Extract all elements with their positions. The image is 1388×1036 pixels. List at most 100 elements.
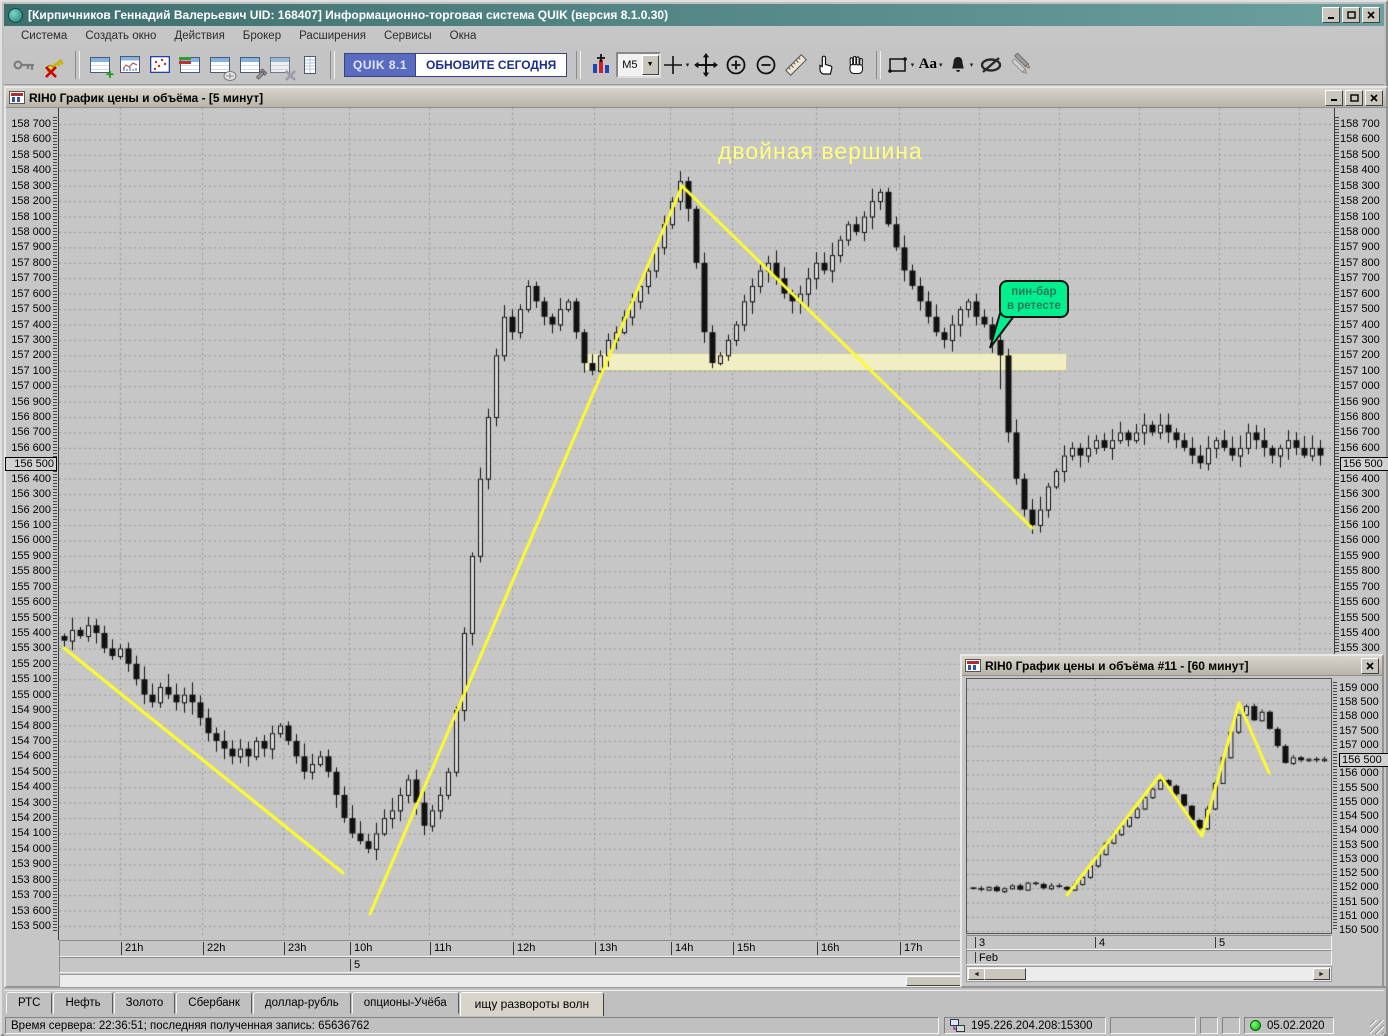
menu-item-0[interactable]: Система xyxy=(12,28,76,44)
price-tick-label: 154 500 xyxy=(11,765,51,778)
price-tick-label: 157 100 xyxy=(11,364,51,377)
time-axis-divider xyxy=(975,952,976,963)
menu-item-2[interactable]: Действия xyxy=(165,28,233,44)
tab-6[interactable]: ищу развороты волн xyxy=(459,992,605,1017)
inset-scrollbar-thumb[interactable] xyxy=(984,968,1026,980)
draw-pencils-icon[interactable] xyxy=(1007,51,1035,79)
price-tick-label: 152 500 xyxy=(1339,867,1379,880)
move-tool-icon[interactable] xyxy=(692,51,720,79)
app-maximize-button[interactable] xyxy=(1342,7,1360,23)
price-tick-label: 156 400 xyxy=(1340,472,1380,485)
timeframe-select[interactable]: M5 ▼ xyxy=(616,51,661,78)
price-tick-label: 157 600 xyxy=(1340,287,1380,300)
price-tick-label: 155 500 xyxy=(11,611,51,624)
crosshair-icon[interactable]: ▾ xyxy=(662,51,690,79)
menu-item-5[interactable]: Сервисы xyxy=(375,28,441,44)
price-tick-label: 155 000 xyxy=(11,688,51,701)
tab-1[interactable]: Нефть xyxy=(53,992,113,1014)
quotes-window-icon[interactable] xyxy=(146,51,174,79)
inset-time-axis-month[interactable]: Feb xyxy=(966,950,1332,965)
price-tick-label: 156 000 xyxy=(1340,534,1380,547)
time-axis-divider xyxy=(975,937,976,948)
point-hand-icon[interactable] xyxy=(812,51,840,79)
timeframe-dropdown-icon[interactable]: ▼ xyxy=(641,54,659,75)
tab-0[interactable]: РТС xyxy=(6,992,53,1014)
price-tick-label: 153 600 xyxy=(11,904,51,917)
rectangle-tool-icon[interactable]: ▾ xyxy=(887,51,915,79)
time-axis-divider xyxy=(284,942,285,955)
price-tick-label: 157 500 xyxy=(11,303,51,316)
connect-key-icon[interactable] xyxy=(11,51,39,79)
tab-5[interactable]: опционы-Учёба xyxy=(351,992,459,1014)
current-price-label: 156 500 xyxy=(1340,457,1388,472)
zoom-in-icon[interactable] xyxy=(722,51,750,79)
app-minimize-button[interactable] xyxy=(1322,7,1340,23)
price-tick-label: 158 500 xyxy=(11,148,51,161)
chart-restore-button[interactable] xyxy=(1345,89,1363,106)
quik-application-window: [Кирпичников Геннадий Валерьевич UID: 16… xyxy=(0,0,1388,1036)
price-tick-label: 157 800 xyxy=(1340,256,1380,269)
trades-table-icon[interactable] xyxy=(206,51,237,81)
delete-table-icon[interactable] xyxy=(266,51,296,81)
zoom-out-icon[interactable] xyxy=(752,51,780,79)
axis-minor-ticks xyxy=(1333,682,1337,930)
menu-item-1[interactable]: Создать окно xyxy=(76,28,165,44)
pan-hand-icon[interactable] xyxy=(842,51,870,79)
price-tick-label: 156 000 xyxy=(11,534,51,547)
app-title: [Кирпичников Геннадий Валерьевич UID: 16… xyxy=(28,8,669,22)
ruler-icon[interactable] xyxy=(782,51,810,79)
price-tick-label: 158 100 xyxy=(11,210,51,223)
menu-item-3[interactable]: Брокер xyxy=(234,28,290,44)
scroll-left-icon[interactable]: ◄ xyxy=(968,968,985,980)
app-title-bar: [Кирпичников Геннадий Валерьевич UID: 16… xyxy=(4,4,1384,26)
resize-grip[interactable] xyxy=(1370,1020,1384,1034)
price-tick-label: 156 200 xyxy=(11,503,51,516)
scroll-right-icon[interactable]: ► xyxy=(1313,968,1330,980)
pin-bar-callout[interactable]: пин-бар в ретесте xyxy=(999,280,1069,318)
price-tick-label: 151 500 xyxy=(1339,895,1379,908)
double-top-annotation[interactable]: двойная вершина xyxy=(718,138,923,165)
tab-3[interactable]: Сбербанк xyxy=(176,992,252,1014)
inset-time-axis-days[interactable]: 3 4 5 xyxy=(966,935,1332,950)
main-scrollbar-thumb[interactable] xyxy=(906,976,966,986)
chart-close-button[interactable] xyxy=(1365,89,1383,106)
inset-chart-title-bar[interactable]: RIH0 График цены и объёма #11 - [60 мину… xyxy=(962,656,1382,676)
time-axis-divider xyxy=(733,942,734,955)
inset-chart-plot[interactable] xyxy=(966,678,1332,934)
time-axis-divider xyxy=(430,942,431,955)
inset-close-button[interactable] xyxy=(1361,657,1379,674)
price-tick-label: 157 000 xyxy=(1339,738,1379,751)
app-close-button[interactable] xyxy=(1362,7,1380,23)
column-view-icon[interactable] xyxy=(296,51,324,79)
price-tick-label: 155 800 xyxy=(11,565,51,578)
colored-table-icon[interactable] xyxy=(176,51,204,79)
disconnect-key-icon[interactable] xyxy=(41,51,69,79)
workspace-tab-bar: РТС Нефть Золото Сбербанк доллар-рубль опцион… xyxy=(4,990,1384,1018)
price-tick-label: 157 000 xyxy=(11,380,51,393)
time-axis-label: 23h xyxy=(288,942,307,954)
text-tool-icon[interactable]: Aa ▾ xyxy=(917,51,945,79)
timeframe-value: M5 xyxy=(622,58,638,71)
update-today-button[interactable]: ОБНОВИТЕ СЕГОДНЯ xyxy=(416,52,568,77)
new-chart-icon[interactable] xyxy=(587,51,615,79)
chart-window-icon[interactable] xyxy=(116,51,144,79)
price-tick-label: 158 400 xyxy=(1340,164,1380,177)
hide-eye-icon[interactable] xyxy=(977,51,1005,79)
price-tick-label: 156 000 xyxy=(1339,767,1379,780)
tab-4[interactable]: доллар-рубль xyxy=(252,992,351,1014)
main-chart-title-bar[interactable]: RIH0 График цены и объёма - [5 минут] xyxy=(6,88,1386,108)
price-tick-label: 157 900 xyxy=(1340,241,1380,254)
date-panel: 05.02.2020 xyxy=(1244,1017,1334,1034)
alert-bell-icon[interactable]: ▾ xyxy=(947,51,975,79)
chart-minimize-button[interactable] xyxy=(1325,89,1343,106)
price-tick-label: 154 900 xyxy=(11,704,51,717)
inset-chart-scrollbar[interactable]: ◄ ► xyxy=(966,966,1332,982)
menu-item-4[interactable]: Расширения xyxy=(290,28,375,44)
menu-item-6[interactable]: Окна xyxy=(441,28,486,44)
price-tick-label: 156 200 xyxy=(1340,503,1380,516)
time-axis-divider xyxy=(350,942,351,955)
create-table-icon[interactable]: + xyxy=(86,51,114,81)
tab-2[interactable]: Золото xyxy=(113,992,176,1014)
price-tick-label: 157 100 xyxy=(1340,364,1380,377)
table-settings-icon[interactable] xyxy=(236,51,268,80)
